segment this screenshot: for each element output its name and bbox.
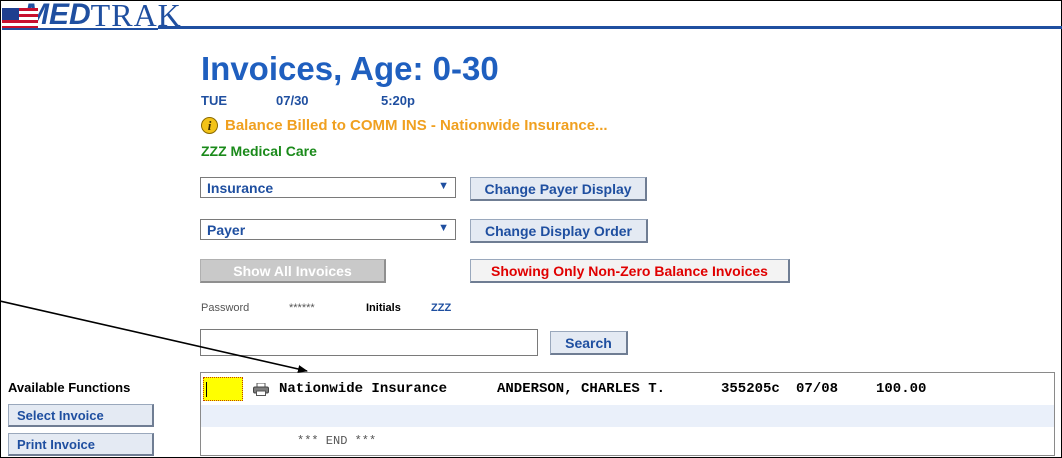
info-icon: i (201, 117, 218, 134)
time-label: 5:20p (381, 93, 415, 108)
select-invoice-button[interactable]: Select Invoice (8, 404, 154, 427)
initials-label: Initials (366, 302, 401, 314)
flag-icon (2, 8, 38, 30)
day-label: TUE (201, 93, 227, 108)
invoice-list[interactable]: Nationwide Insurance ANDERSON, CHARLES T… (200, 372, 1055, 456)
display-order-value: Payer (207, 222, 246, 238)
row-patient: ANDERSON, CHARLES T. (497, 381, 666, 397)
password-label: Password (201, 302, 250, 314)
balance-alert: i Balance Billed to COMM INS - Nationwid… (201, 117, 608, 134)
dropdown-arrow-icon: ▼ (438, 222, 449, 234)
row-date: 07/08 (796, 381, 839, 397)
header-rule (158, 26, 1062, 29)
payer-display-value: Insurance (207, 180, 274, 196)
page-title: Invoices, Age: 0-30 (201, 50, 499, 87)
search-button[interactable]: Search (550, 331, 628, 355)
dropdown-arrow-icon: ▼ (438, 180, 449, 192)
payer-display-select[interactable]: Insurance ▼ (200, 177, 456, 198)
medtrak-logo: MED TRAK (2, 0, 182, 31)
end-of-list-marker: *** END *** (297, 434, 377, 448)
showing-nonzero-balance-button[interactable]: Showing Only Non-Zero Balance Invoices (470, 259, 790, 283)
change-display-order-button[interactable]: Change Display Order (470, 219, 648, 243)
invoice-row[interactable]: Nationwide Insurance ANDERSON, CHARLES T… (201, 375, 1054, 403)
list-stripe (201, 405, 1054, 427)
printer-icon[interactable] (253, 383, 269, 396)
row-payer: Nationwide Insurance (279, 381, 448, 397)
available-functions-title: Available Functions (8, 380, 131, 395)
date-label: 07/30 (276, 93, 309, 108)
print-invoice-button[interactable]: Print Invoice (8, 433, 154, 456)
show-all-invoices-button[interactable]: Show All Invoices (200, 259, 386, 283)
row-amount: 100.00 (876, 381, 927, 397)
row-invoice-number: 355205c (721, 381, 780, 397)
change-payer-display-button[interactable]: Change Payer Display (470, 177, 647, 201)
clinic-name: ZZZ Medical Care (201, 143, 317, 159)
logo-underline (2, 28, 158, 30)
row-select-field[interactable] (203, 377, 243, 401)
header-bar: MED TRAK (0, 0, 1062, 31)
balance-alert-text: Balance Billed to COMM INS - Nationwide … (225, 117, 608, 134)
password-value: ****** (289, 302, 315, 314)
display-order-select[interactable]: Payer ▼ (200, 219, 456, 240)
initials-value: ZZZ (431, 302, 452, 314)
search-input[interactable] (200, 329, 538, 356)
